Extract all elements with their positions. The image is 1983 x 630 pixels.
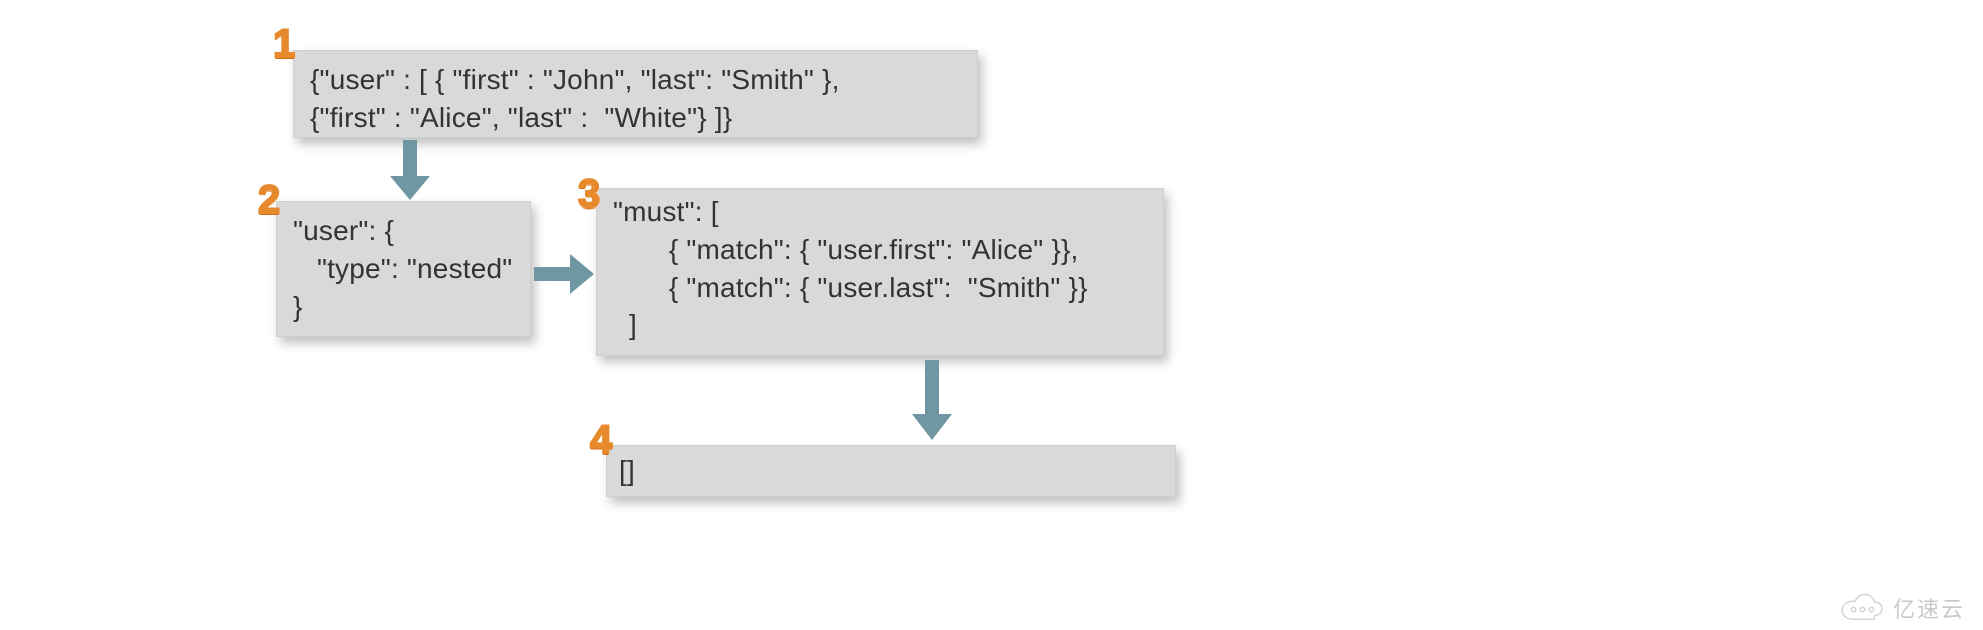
diagram-stage: {"user" : [ { "first" : "John", "last": …: [0, 0, 1983, 630]
code-line: {"user" : [ { "first" : "John", "last": …: [310, 61, 961, 99]
code-line: "must": [: [613, 193, 1147, 231]
arrow-down-icon: [910, 360, 954, 442]
watermark-text: 亿速云: [1893, 592, 1965, 624]
code-line: { "match": { "user.last": "Smith" }}: [613, 269, 1147, 307]
step-badge-1: 1: [273, 22, 295, 67]
box-result: []: [606, 445, 1176, 497]
code-line: ]: [613, 306, 1147, 344]
code-line: "type": "nested": [293, 250, 514, 288]
arrow-down-icon: [388, 140, 432, 202]
arrow-right-icon: [534, 252, 596, 296]
box-document: {"user" : [ { "first" : "John", "last": …: [293, 50, 978, 138]
code-line: []: [619, 452, 1159, 490]
box-query: "must": [ { "match": { "user.first": "Al…: [596, 188, 1164, 356]
code-line: {"first" : "Alice", "last" : "White"} ]}: [310, 99, 961, 137]
code-line: }: [293, 288, 514, 326]
watermark: 亿速云: [1837, 592, 1965, 624]
cloud-icon: [1837, 593, 1885, 623]
box-mapping: "user": { "type": "nested" }: [276, 201, 531, 337]
code-line: { "match": { "user.first": "Alice" }},: [613, 231, 1147, 269]
code-line: "user": {: [293, 212, 514, 250]
